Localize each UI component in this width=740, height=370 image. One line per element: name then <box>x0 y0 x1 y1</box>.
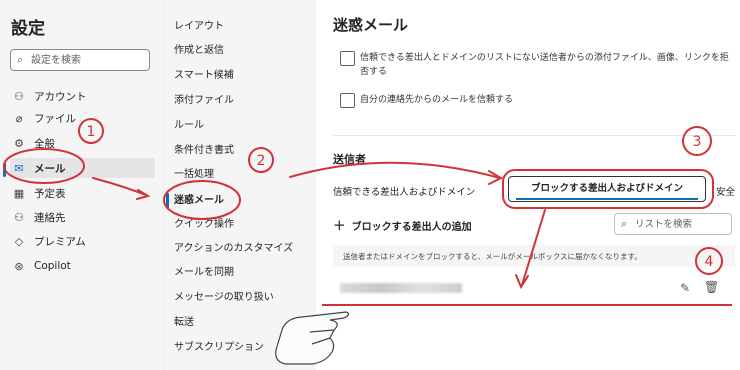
annotation-arrow-3 <box>521 209 546 286</box>
annotation-number: 3 <box>693 134 702 150</box>
annotation-arrowhead-3 <box>515 274 529 290</box>
pointing-hand-icon <box>275 311 350 365</box>
annotation-arrow-2 <box>289 161 501 179</box>
annotation-circle-mail <box>3 148 85 184</box>
annotation-number: 2 <box>257 153 266 169</box>
annotation-overlay: 1 2 3 4 <box>3 118 723 365</box>
annotation-box-blocked <box>502 169 714 209</box>
annotation-arrow-1 <box>92 177 147 196</box>
annotation-number: 4 <box>705 254 714 270</box>
annotation-circle-junk <box>163 180 241 220</box>
annotation-number: 1 <box>87 124 96 140</box>
